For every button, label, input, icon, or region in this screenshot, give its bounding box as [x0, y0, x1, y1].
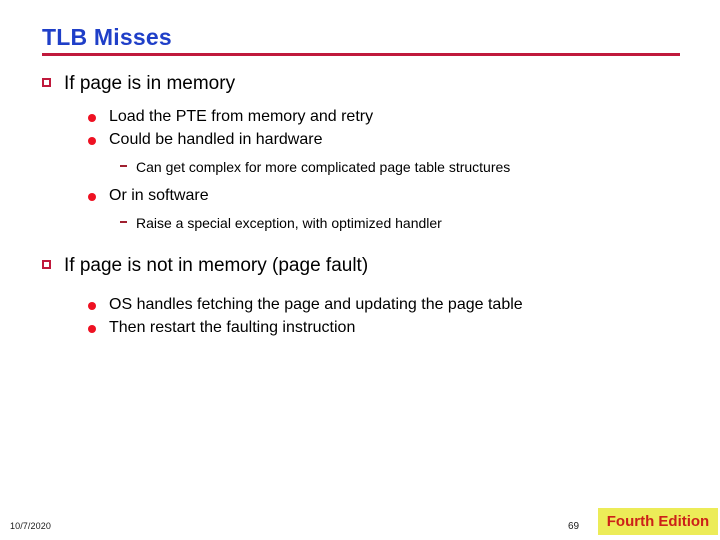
edition-badge-label: Fourth Edition [606, 513, 710, 530]
slide-page-number: 69 [568, 521, 580, 532]
bullet-text: Raise a special exception, with optimize… [136, 215, 442, 231]
bullet-item-level2: Then restart the faulting instruction [0, 316, 720, 339]
dash-bullet-icon [120, 213, 136, 223]
bullet-text: Or in software [109, 187, 209, 204]
disc-bullet-icon [88, 128, 109, 145]
bullet-item-level2: Or in software [0, 184, 720, 207]
bullet-item-level2: OS handles fetching the page and updatin… [0, 293, 720, 316]
disc-bullet-icon [88, 316, 109, 333]
bullet-text: If page is in memory [64, 73, 236, 94]
disc-bullet-icon [88, 293, 109, 310]
bullet-text: OS handles fetching the page and updatin… [109, 296, 523, 313]
bullet-text: Load the PTE from memory and retry [109, 108, 374, 125]
title-underline-rule [42, 53, 680, 56]
bullet-text: Could be handled in hardware [109, 131, 323, 148]
slide-title-block: TLB Misses [42, 24, 682, 56]
bullet-item-level1: If page is in memory [0, 70, 720, 97]
bullet-item-level2: Could be handled in hardware [0, 128, 720, 151]
bullet-text: Then restart the faulting instruction [109, 319, 356, 336]
bullet-item-level1: If page is not in memory (page fault) [0, 252, 720, 279]
bullet-item-level3: Can get complex for more complicated pag… [0, 157, 720, 178]
slide-canvas: TLB Misses If page is in memory Load the… [0, 0, 720, 540]
disc-bullet-icon [88, 184, 109, 201]
square-bullet-icon [42, 252, 64, 269]
bullet-item-level3: Raise a special exception, with optimize… [0, 213, 720, 234]
disc-bullet-icon [88, 105, 109, 122]
page-title: TLB Misses [42, 24, 172, 50]
square-bullet-icon [42, 70, 64, 87]
edition-badge: Fourth Edition [598, 508, 718, 535]
dash-bullet-icon [120, 157, 136, 167]
bullet-item-level2: Load the PTE from memory and retry [0, 105, 720, 128]
slide-body: If page is in memory Load the PTE from m… [0, 70, 720, 339]
bullet-text: If page is not in memory (page fault) [64, 255, 369, 276]
bullet-text: Can get complex for more complicated pag… [136, 159, 511, 175]
footer-date: 10/7/2020 [10, 521, 51, 531]
